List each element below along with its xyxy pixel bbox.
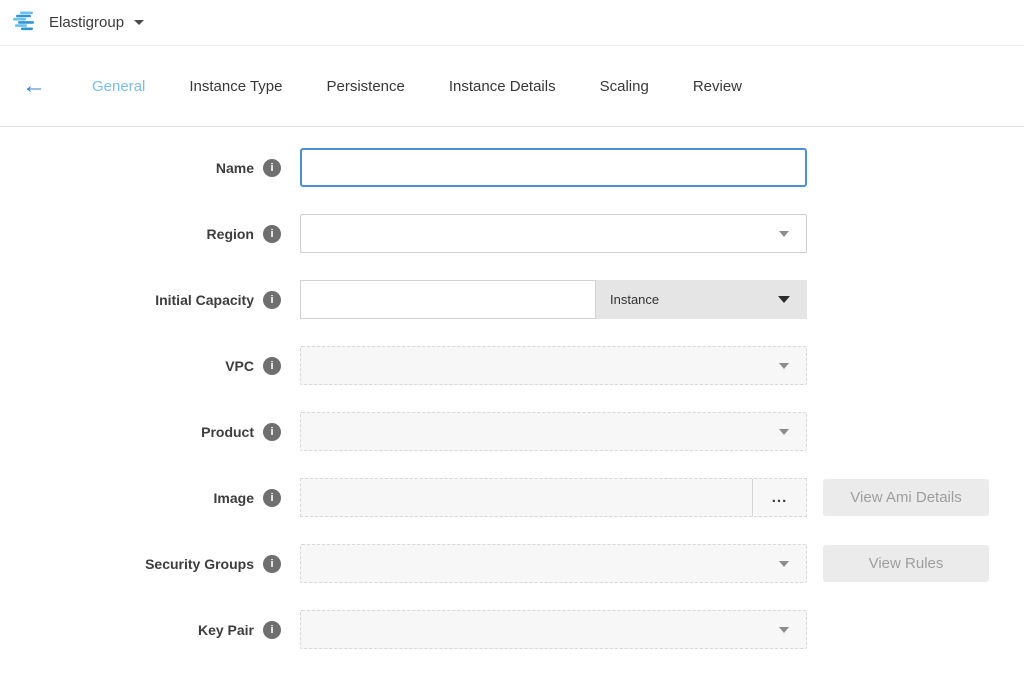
vpc-label: VPC: [225, 358, 254, 374]
caret-down-icon: [779, 363, 789, 369]
product-row: Product i: [0, 412, 1024, 451]
initial-capacity-row: Initial Capacity i Instance: [0, 280, 1024, 319]
security-groups-row: Security Groups i View Rules: [0, 544, 1024, 583]
chevron-down-icon[interactable]: [134, 20, 144, 25]
key-pair-dropdown: [300, 610, 807, 649]
capacity-unit-value: Instance: [610, 292, 659, 307]
security-groups-dropdown: [300, 544, 807, 583]
image-value: [301, 479, 752, 516]
region-label: Region: [207, 226, 254, 242]
info-icon[interactable]: i: [263, 357, 281, 375]
initial-capacity-label: Initial Capacity: [155, 292, 254, 308]
tab-instance-details[interactable]: Instance Details: [449, 78, 556, 95]
image-label: Image: [214, 490, 254, 506]
vpc-dropdown: [300, 346, 807, 385]
caret-down-icon: [779, 561, 789, 567]
info-icon[interactable]: i: [263, 489, 281, 507]
product-label: Product: [201, 424, 254, 440]
key-pair-row: Key Pair i: [0, 610, 1024, 649]
image-row: Image i ... View Ami Details: [0, 478, 1024, 517]
tab-persistence[interactable]: Persistence: [327, 78, 405, 95]
app-switcher-label[interactable]: Elastigroup: [49, 14, 124, 31]
view-ami-details-button[interactable]: View Ami Details: [823, 479, 989, 516]
security-groups-label: Security Groups: [145, 556, 254, 572]
info-icon[interactable]: i: [263, 555, 281, 573]
product-dropdown: [300, 412, 807, 451]
wizard-tabbar: ← General Instance Type Persistence Inst…: [0, 46, 1024, 127]
info-icon[interactable]: i: [263, 423, 281, 441]
name-row: Name i: [0, 148, 1024, 187]
tab-scaling[interactable]: Scaling: [600, 78, 649, 95]
vpc-row: VPC i: [0, 346, 1024, 385]
capacity-unit-dropdown[interactable]: Instance: [596, 280, 807, 319]
general-settings-form: Name i Region i Initial Capacity i Insta…: [0, 127, 1024, 649]
info-icon[interactable]: i: [263, 621, 281, 639]
elastigroup-logo-icon: [13, 11, 39, 34]
tab-general[interactable]: General: [92, 78, 145, 95]
caret-down-icon: [779, 429, 789, 435]
image-input: ...: [300, 478, 807, 517]
name-input[interactable]: [300, 148, 807, 187]
info-icon[interactable]: i: [263, 159, 281, 177]
tab-review[interactable]: Review: [693, 78, 742, 95]
initial-capacity-input[interactable]: [300, 280, 596, 319]
region-row: Region i: [0, 214, 1024, 253]
caret-down-icon: [778, 296, 790, 303]
region-dropdown[interactable]: [300, 214, 807, 253]
view-rules-button[interactable]: View Rules: [823, 545, 989, 582]
caret-down-icon: [779, 627, 789, 633]
image-browse-button[interactable]: ...: [752, 479, 806, 516]
tab-instance-type[interactable]: Instance Type: [189, 78, 282, 95]
info-icon[interactable]: i: [263, 225, 281, 243]
wizard-tabs: General Instance Type Persistence Instan…: [92, 78, 742, 95]
info-icon[interactable]: i: [263, 291, 281, 309]
caret-down-icon: [779, 231, 789, 237]
key-pair-label: Key Pair: [198, 622, 254, 638]
topbar: Elastigroup: [0, 0, 1024, 46]
name-label: Name: [216, 160, 254, 176]
back-arrow-icon[interactable]: ←: [22, 74, 46, 98]
